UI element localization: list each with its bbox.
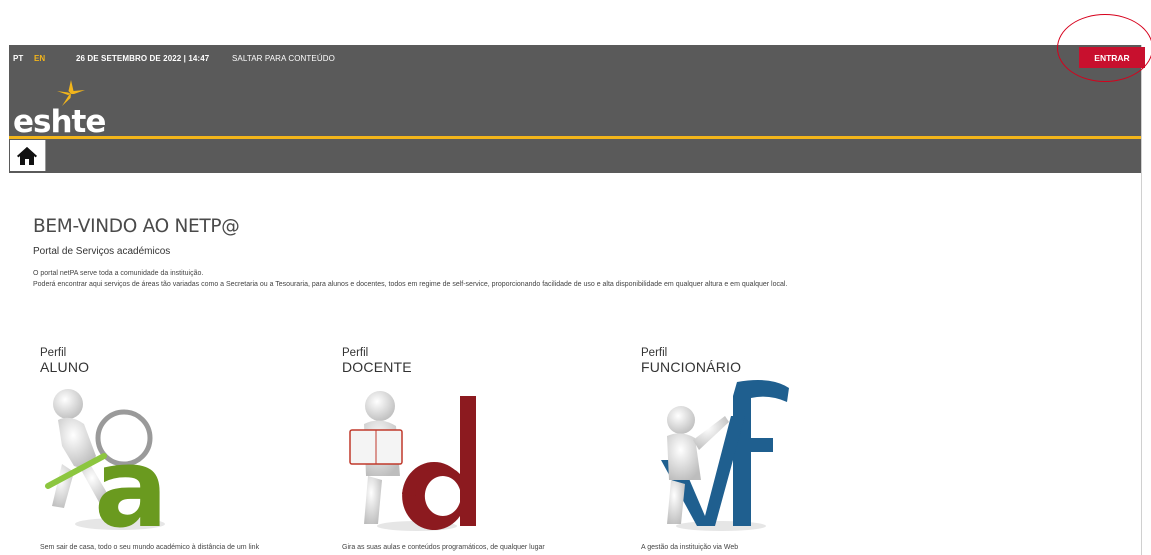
profile-label-small: Perfil (641, 347, 668, 359)
skip-to-content-link[interactable]: SALTAR PARA CONTEÚDO (232, 54, 335, 63)
top-bar: PT EN 26 DE SETEMBRO DE 2022 | 14:47 SAL… (9, 45, 1145, 71)
page-subtitle: Portal de Serviços académicos (33, 246, 171, 257)
page-edge (1141, 45, 1142, 555)
profile-label-big: FUNCIONÁRIO (641, 359, 742, 375)
lang-en-link[interactable]: EN (34, 54, 45, 63)
home-button[interactable] (10, 140, 46, 171)
profile-caption: Gira as suas aulas e conteúdos programát… (342, 544, 545, 551)
eshte-logo[interactable]: eshte (13, 78, 133, 140)
logo-text: eshte (13, 104, 106, 140)
home-icon (17, 147, 37, 165)
profile-docente[interactable]: Perfil DOCENTE Gira as suas aulas e cont… (342, 347, 582, 555)
aluno-letter-a: a (94, 424, 168, 536)
page-description: O portal netPA serve toda a comunidade d… (33, 269, 953, 290)
profile-caption: Sem sair de casa, todo o seu mundo acadé… (40, 544, 260, 551)
profile-caption: A gestão da instituição via Web (641, 544, 739, 551)
profile-aluno[interactable]: Perfil ALUNO a Sem sair de casa, todo o … (40, 347, 280, 555)
profile-funcionario[interactable]: Perfil FUNCIONÁRIO A gestão da instituiç… (641, 347, 881, 555)
lang-pt-link[interactable]: PT (13, 54, 23, 63)
student-magnifier-illustration: a (45, 389, 168, 536)
profile-label-big: DOCENTE (342, 359, 412, 375)
profile-label-small: Perfil (40, 347, 67, 359)
description-line-1: O portal netPA serve toda a comunidade d… (33, 270, 204, 277)
staff-checkmark-illustration (661, 380, 789, 531)
profile-label-small: Perfil (342, 347, 369, 359)
profile-label-big: ALUNO (40, 359, 90, 375)
page-title: BEM-VINDO AO NETP@ (33, 216, 240, 237)
description-line-2: Poderá encontrar aqui serviços de áreas … (33, 280, 788, 288)
red-circle-annotation (1057, 14, 1151, 82)
nav-row (9, 139, 1141, 173)
teacher-book-illustration (349, 391, 476, 531)
site-header: PT EN 26 DE SETEMBRO DE 2022 | 14:47 SAL… (9, 45, 1145, 173)
current-datetime: 26 DE SETEMBRO DE 2022 | 14:47 (76, 54, 210, 63)
